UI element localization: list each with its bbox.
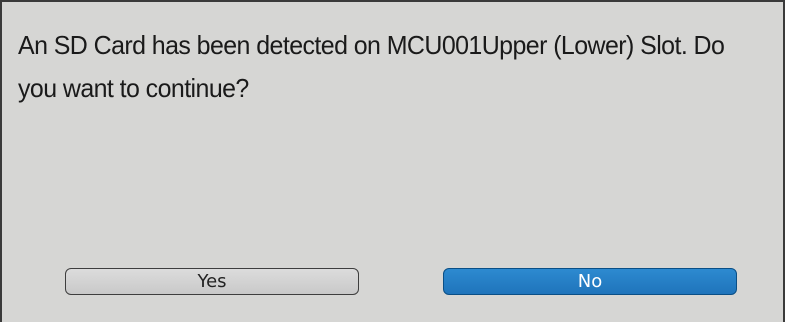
sd-card-dialog: An SD Card has been detected on MCU001Up… — [0, 0, 785, 322]
dialog-message: An SD Card has been detected on MCU001Up… — [18, 30, 725, 103]
no-button[interactable]: No — [443, 268, 737, 295]
yes-button[interactable]: Yes — [65, 268, 359, 295]
